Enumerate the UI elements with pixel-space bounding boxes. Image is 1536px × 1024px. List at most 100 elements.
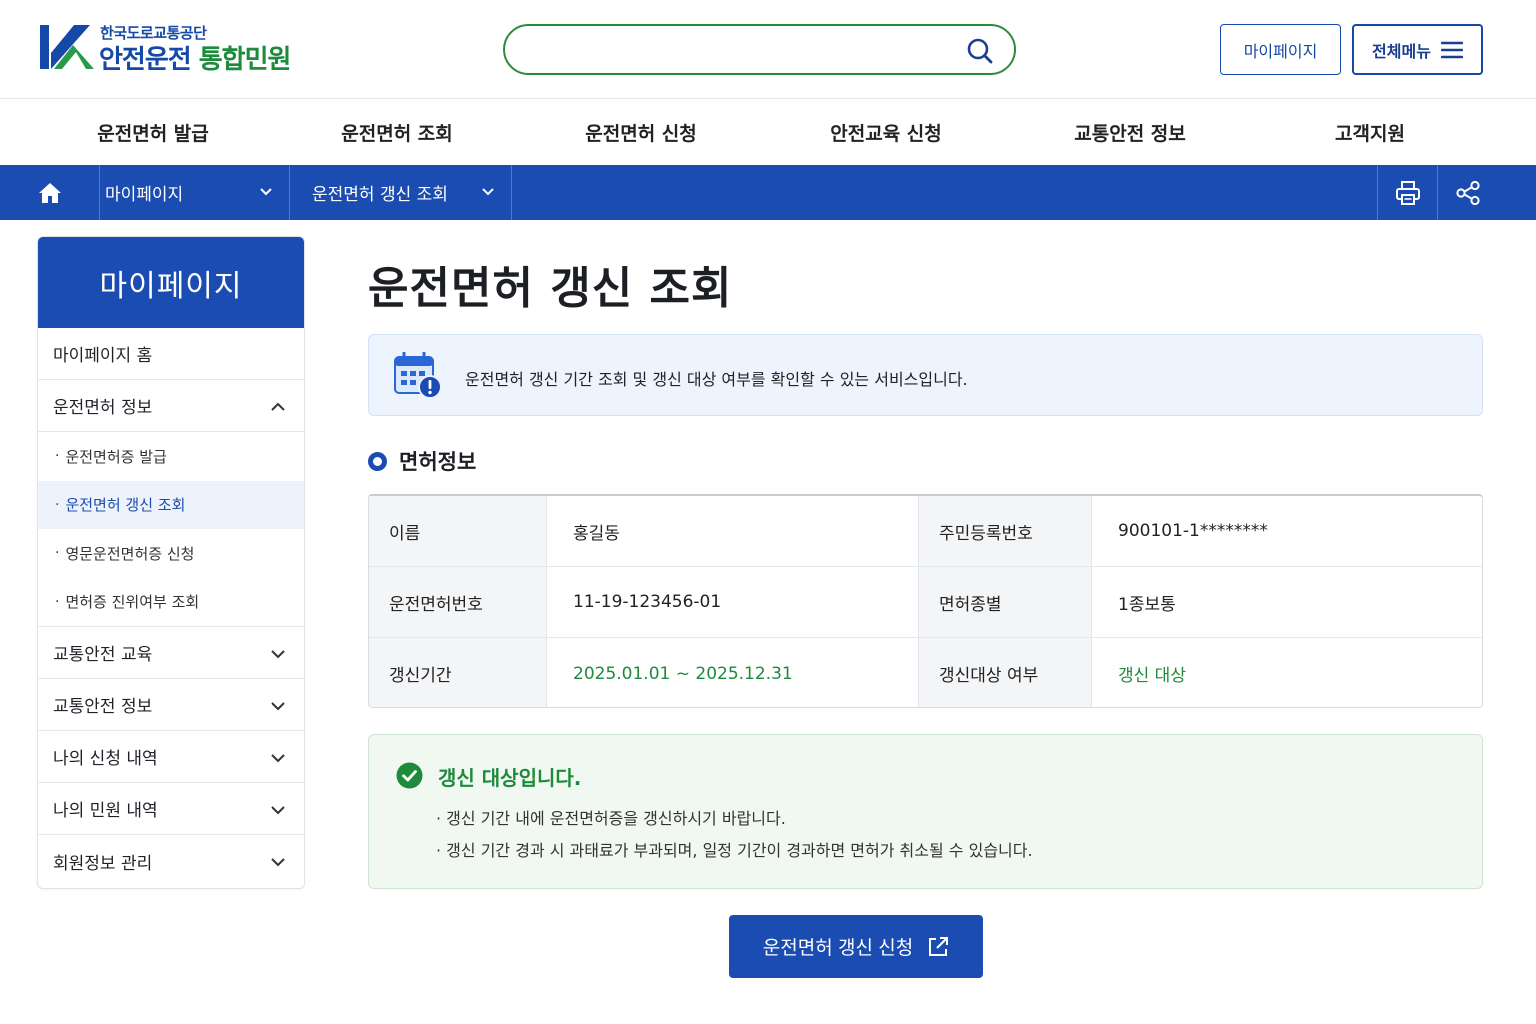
table-header-license-number: 운전면허번호 [369,567,547,637]
sidebar-subitem-authenticity-check[interactable]: · 면허증 진위여부 조회 [38,578,304,627]
location-bar: 마이페이지 운전면허 갱신 조회 [0,165,1536,220]
table-value-renewal-period: 2025.01.01 ~ 2025.12.31 [547,638,919,707]
gnb-item-safety-education[interactable]: 안전교육 신청 [830,119,942,146]
sidebar-subitem-label: 운전면허 갱신 조회 [65,496,186,515]
site-header: 한국도로교통공단 안전운전 통합민원 마이페이지 전체메뉴 [0,0,1536,99]
renewal-apply-button-label: 운전면허 갱신 신청 [762,938,914,959]
status-notice-2: · 갱신 기간 경과 시 과태료가 부과되며, 일정 기간이 경과하면 면허가 … [436,841,1033,860]
chevron-down-icon [271,806,285,815]
location-level1-label: 마이페이지 [105,185,184,205]
table-value-license-type: 1종보통 [1118,594,1176,615]
bullet-dot: · [55,545,60,562]
status-title: 갱신 대상입니다. [438,766,582,790]
logo-mark-icon [40,25,94,69]
share-button[interactable] [1437,165,1497,220]
calendar-alert-icon [394,352,442,399]
sidebar-item-traffic-info[interactable]: 교통안전 정보 [38,679,304,731]
home-icon [38,182,61,203]
status-notice-1: · 갱신 기간 내에 운전면허증을 갱신하시기 바랍니다. [436,809,786,828]
table-value-name: 홍길동 [547,496,919,566]
sidebar-item-traffic-education[interactable]: 교통안전 교육 [38,627,304,679]
site-logo[interactable]: 한국도로교통공단 안전운전 통합민원 [40,22,340,76]
global-nav: 운전면허 발급 운전면허 조회 운전면허 신청 안전교육 신청 교통안전 정보 … [0,99,1536,165]
all-menu-button-label: 전체메뉴 [1372,41,1431,61]
sidebar-subitem-label: 면허증 진위여부 조회 [65,593,200,612]
search-input[interactable] [525,36,945,64]
mypage-button-label: 마이페이지 [1243,41,1318,61]
table-header-rrn: 주민등록번호 [919,496,1092,566]
print-button[interactable] [1377,165,1437,220]
service-info-box: 운전면허 갱신 기간 조회 및 갱신 대상 여부를 확인할 수 있는 서비스입니… [368,334,1483,416]
section-bullet-icon [368,451,387,471]
home-button[interactable] [0,165,100,220]
bullet-dot: · [55,448,60,465]
sidebar-subitem-label: 운전면허증 발급 [65,447,167,466]
renewal-apply-button[interactable]: 운전면허 갱신 신청 [729,915,983,978]
chevron-down-icon [260,188,272,196]
table-value-license-number: 11-19-123456-01 [547,567,919,637]
chevron-down-icon [271,754,285,763]
sidebar-item-my-petitions[interactable]: 나의 민원 내역 [38,783,304,835]
table-header-license-type: 면허종별 [919,567,1092,637]
sidebar-item-member-info[interactable]: 회원정보 관리 [38,835,304,887]
license-info-table: 이름 홍길동 주민등록번호 900101-1******** 운전면허번호 11… [368,494,1483,708]
sidebar-item-label: 교통안전 정보 [53,697,153,717]
sidebar-item-label: 마이페이지 홈 [53,346,153,366]
logo-service-name-b: 통합민원 [198,45,292,75]
gnb-item-license-issue[interactable]: 운전면허 발급 [97,119,209,146]
bullet-dot: · [55,496,60,513]
location-dropdown-level2[interactable]: 운전면허 갱신 조회 [290,165,512,220]
chevron-down-icon [271,650,285,659]
search-bar [503,24,1016,75]
table-row: 운전면허번호 11-19-123456-01 면허종별 1종보통 [369,567,1482,638]
sidebar-subitem-label: 영문운전면허증 신청 [65,544,195,563]
renewal-status-box: 갱신 대상입니다. · 갱신 기간 내에 운전면허증을 갱신하시기 바랍니다. … [368,734,1483,889]
table-row: 갱신기간 2025.01.01 ~ 2025.12.31 갱신대상 여부 갱신 … [369,638,1482,707]
sidebar-subitem-english-license[interactable]: · 영문운전면허증 신청 [38,529,304,578]
bullet-dot: · [55,593,60,610]
chevron-up-icon [271,402,285,411]
gnb-item-customer-support[interactable]: 고객지원 [1335,119,1405,146]
chevron-down-icon [271,858,285,867]
all-menu-button[interactable]: 전체메뉴 [1352,24,1483,75]
table-value-rrn: 900101-1******** [1118,521,1268,541]
mypage-button[interactable]: 마이페이지 [1220,24,1341,75]
sidebar-item-label: 나의 신청 내역 [53,749,158,769]
table-value-renewal-target: 갱신 대상 [1118,666,1186,686]
sidebar-item-label: 나의 민원 내역 [53,801,158,821]
service-info-text: 운전면허 갱신 기간 조회 및 갱신 대상 여부를 확인할 수 있는 서비스입니… [465,370,968,389]
sidebar-item-mypage-home[interactable]: 마이페이지 홈 [38,328,304,380]
sidebar-item-label: 운전면허 정보 [53,398,153,418]
location-level2-label: 운전면허 갱신 조회 [312,185,448,205]
share-icon [1455,180,1480,205]
sidebar-title: 마이페이지 [38,237,304,328]
sidebar-subitem-renewal-inquiry[interactable]: · 운전면허 갱신 조회 [38,480,304,529]
print-icon [1395,180,1420,205]
check-circle-icon [396,762,423,789]
sidebar-item-my-applications[interactable]: 나의 신청 내역 [38,731,304,783]
table-header-name: 이름 [369,496,547,566]
table-header-renewal-period: 갱신기간 [369,638,547,707]
location-dropdown-level1[interactable]: 마이페이지 [100,165,290,220]
logo-service-name-a: 안전운전 [99,45,192,75]
gnb-item-license-apply[interactable]: 운전면허 신청 [585,119,697,146]
section-title: 면허정보 [399,450,477,474]
sidebar-subitem-license-issue[interactable]: · 운전면허증 발급 [38,432,304,481]
gnb-item-license-inquiry[interactable]: 운전면허 조회 [341,119,453,146]
logo-service-name: 안전운전 통합민원 [99,39,292,76]
section-heading: 면허정보 [368,446,476,476]
sidebar: 마이페이지 마이페이지 홈 운전면허 정보 · 운전면허증 발급 · 운전면허 … [37,236,305,889]
external-link-icon [929,936,949,956]
chevron-down-icon [482,188,494,196]
table-header-renewal-target: 갱신대상 여부 [919,638,1092,707]
search-icon[interactable] [966,37,994,65]
sidebar-submenu-license: · 운전면허증 발급 · 운전면허 갱신 조회 · 영문운전면허증 신청 · 면… [38,432,304,627]
sidebar-item-label: 교통안전 교육 [53,645,153,665]
page-title: 운전면허 갱신 조회 [368,263,733,314]
hamburger-icon [1440,41,1463,58]
chevron-down-icon [271,702,285,711]
table-row: 이름 홍길동 주민등록번호 900101-1******** [369,496,1482,567]
sidebar-item-license-info[interactable]: 운전면허 정보 [38,380,304,432]
sidebar-item-label: 회원정보 관리 [53,853,153,874]
gnb-item-traffic-safety-info[interactable]: 교통안전 정보 [1074,119,1186,146]
